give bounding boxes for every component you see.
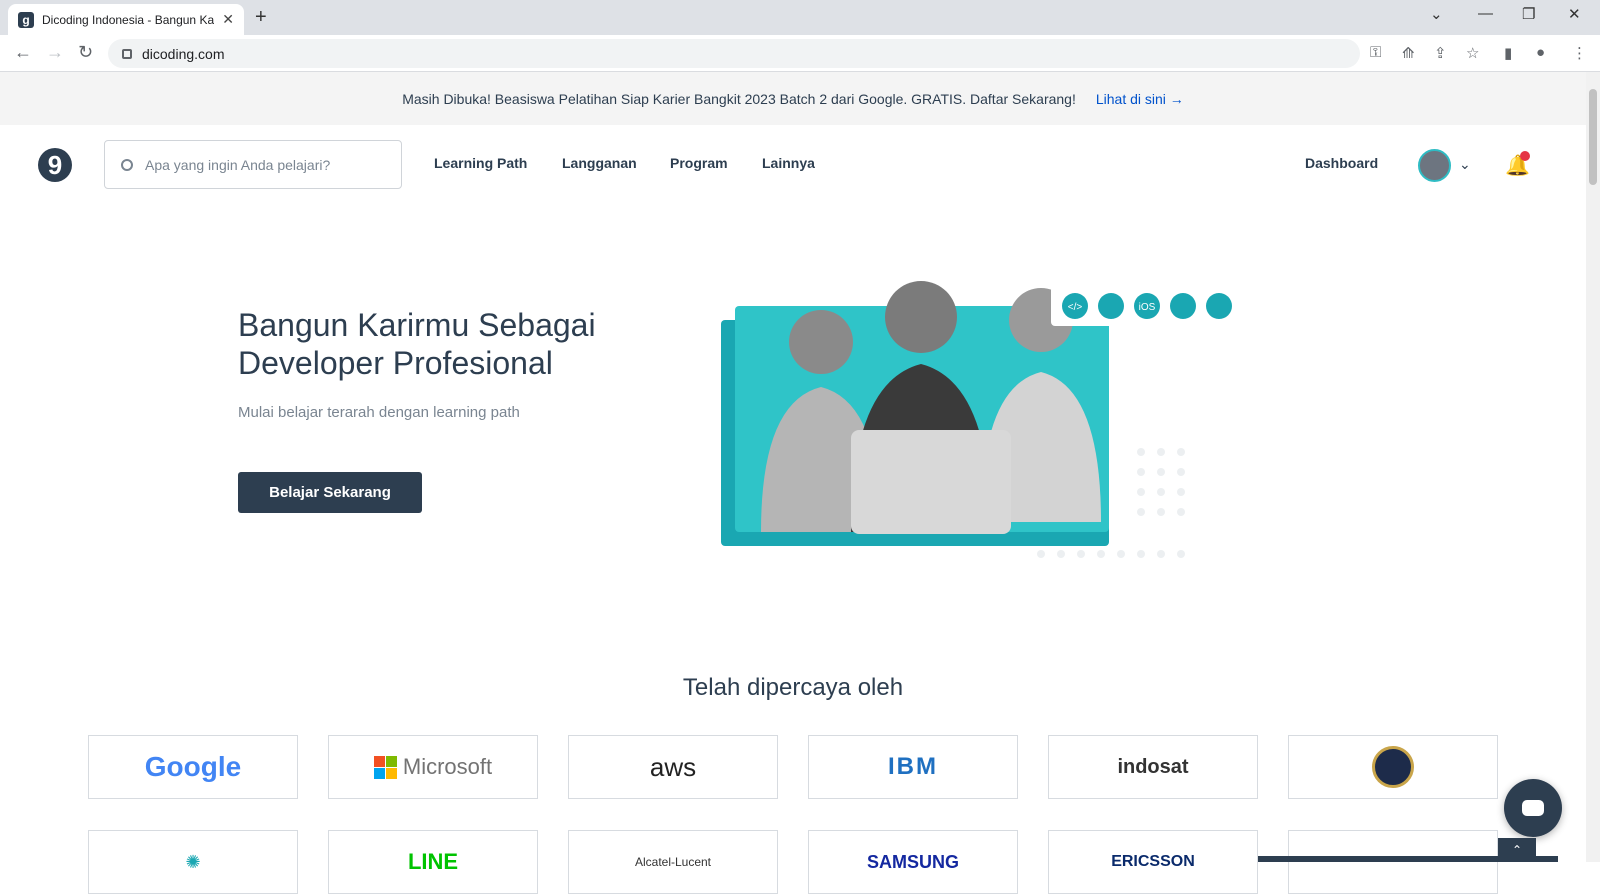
partner-unknown[interactable] (1288, 830, 1498, 894)
favicon-icon: g (18, 11, 34, 28)
nav-lainnya[interactable]: Lainnya (762, 155, 815, 171)
url-text: dicoding.com (142, 45, 225, 62)
page-scrollbar[interactable] (1586, 72, 1600, 862)
address-bar: ← → ↻ dicoding.com ⚿ ⟰ ⇪ ☆ ▮ ● ⋮ (0, 35, 1600, 72)
partner-seal[interactable] (1288, 735, 1498, 799)
restore-icon[interactable]: ❐ (1522, 5, 1535, 23)
partner-ericsson[interactable]: ERICSSON (1048, 830, 1258, 894)
partner-indosat[interactable]: indosat (1048, 735, 1258, 799)
banner-link[interactable]: Lihat di sini → (1096, 91, 1184, 107)
scroll-top-icon[interactable]: ⌃ (1498, 838, 1536, 862)
dicoding-logo[interactable]: 9 (38, 148, 72, 182)
partner-aws[interactable]: aws (568, 735, 778, 799)
side-panel-icon[interactable]: ▮ (1504, 44, 1512, 62)
new-tab-icon[interactable]: + (255, 6, 267, 29)
partner-spiral[interactable]: ✺ (88, 830, 298, 894)
search-icon (121, 158, 133, 171)
hero-title: Bangun Karirmu Sebagai Developer Profesi… (238, 307, 596, 381)
forward-icon[interactable]: → (46, 42, 64, 63)
trusted-title: Telah dipercaya oleh (682, 674, 904, 701)
badge-code-text: </> (1068, 302, 1083, 313)
banner-text: Masih Dibuka! Beasiswa Pelatihan Siap Ka… (402, 90, 1076, 107)
belajar-sekarang-button[interactable]: Belajar Sekarang (238, 472, 422, 513)
ml-icon (1170, 293, 1196, 319)
translate-icon[interactable]: ⟰ (1402, 44, 1415, 62)
laptop (851, 430, 1011, 534)
nav-langganan[interactable]: Langganan (562, 155, 637, 171)
partner-samsung[interactable]: SAMSUNG (808, 830, 1018, 894)
tab-title: Dicoding Indonesia - Bangun Kar (42, 12, 215, 27)
menu-dots-icon[interactable]: ⋮ (1572, 44, 1587, 62)
spiral-logo-icon: ✺ (185, 851, 201, 872)
lock-icon (122, 48, 132, 59)
close-tab-icon[interactable]: ✕ (222, 11, 234, 28)
browser-tabbar: g Dicoding Indonesia - Bangun Kar ✕ + ⌄ … (0, 0, 1600, 35)
dashboard-link[interactable]: Dashboard (1305, 155, 1378, 171)
share-icon[interactable]: ⇪ (1434, 44, 1447, 62)
close-window-icon[interactable]: ✕ (1568, 5, 1581, 23)
partner-alcatel[interactable]: Alcatel-Lucent (568, 830, 778, 894)
partner-microsoft-label: Microsoft (402, 754, 493, 779)
chat-button[interactable] (1504, 779, 1562, 837)
partner-ibm[interactable]: IBM (808, 735, 1018, 799)
hero-subtitle: Mulai belajar terarah dengan learning pa… (238, 404, 520, 421)
bookmark-star-icon[interactable]: ☆ (1466, 44, 1479, 62)
browser-tab[interactable]: g Dicoding Indonesia - Bangun Kar ✕ (8, 4, 244, 35)
avatar[interactable] (1418, 149, 1451, 182)
minimize-icon[interactable]: — (1478, 5, 1493, 22)
partner-line[interactable]: LINE (328, 830, 538, 894)
web-icon (1206, 293, 1232, 319)
microsoft-logo-icon (373, 755, 397, 779)
seal-icon (1372, 746, 1414, 788)
announcement-banner: Masih Dibuka! Beasiswa Pelatihan Siap Ka… (0, 72, 1586, 125)
tab-search-icon[interactable]: ⌄ (1430, 5, 1443, 23)
search-input[interactable]: Apa yang ingin Anda pelajari? (104, 140, 402, 189)
chevron-down-icon[interactable]: ⌄ (1459, 156, 1471, 173)
partner-microsoft[interactable]: Microsoft (328, 735, 538, 799)
back-icon[interactable]: ← (14, 42, 32, 63)
nav-program[interactable]: Program (670, 155, 728, 171)
search-placeholder: Apa yang ingin Anda pelajari? (145, 156, 331, 173)
notification-dot (1520, 151, 1530, 161)
nav-learning-path[interactable]: Learning Path (434, 155, 527, 171)
reload-icon[interactable]: ↻ (78, 42, 93, 63)
partner-google[interactable]: Google (88, 735, 298, 799)
chat-icon (1522, 800, 1544, 816)
scrollbar-thumb[interactable] (1589, 89, 1597, 185)
android-icon (1098, 293, 1124, 319)
url-field[interactable]: dicoding.com (108, 39, 1360, 68)
key-icon[interactable]: ⚿ (1370, 44, 1381, 61)
hero-illustration: </> iOS (721, 281, 1241, 558)
profile-icon[interactable]: ● (1536, 44, 1545, 61)
badge-ios-text: iOS (1139, 302, 1156, 313)
